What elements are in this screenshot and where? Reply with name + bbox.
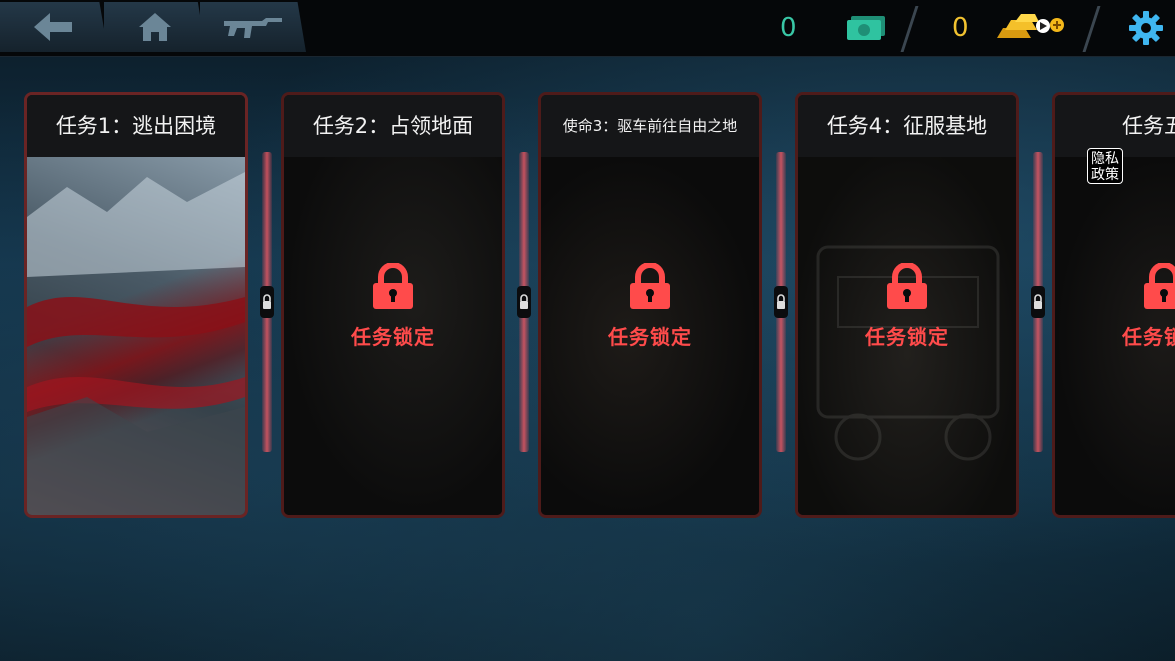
gold-bars-icon[interactable] [995, 12, 1067, 44]
back-arrow-icon [34, 13, 72, 41]
mission-lock: 任务锁定 [1055, 262, 1175, 350]
home-button[interactable] [104, 2, 206, 52]
back-button[interactable] [0, 2, 108, 52]
lock-label: 任务锁定 [865, 325, 949, 349]
separator [1082, 6, 1101, 52]
privacy-line-1: 隐私 [1091, 151, 1119, 167]
connector-lock [517, 286, 531, 318]
gold-amount: 0 [952, 13, 969, 43]
mission-lock: 任务锁定 [284, 262, 502, 350]
gear-icon[interactable] [1128, 10, 1164, 46]
lock-label: 任务锁定 [608, 325, 692, 349]
home-icon [139, 13, 171, 41]
lock-label: 任务锁定 [1122, 325, 1175, 349]
top-bar: 0 0 [0, 0, 1175, 57]
rifle-icon [224, 18, 282, 38]
connector-lock [1031, 286, 1045, 318]
lock-icon [887, 262, 927, 309]
mission-lock: 任务锁定 [798, 262, 1016, 350]
mission-title: 任务4：征服基地 [798, 95, 1016, 157]
mission-card-1[interactable]: 任务1：逃出困境 [24, 92, 248, 518]
mission-card-4[interactable]: 任务4：征服基地 任务锁定 [795, 92, 1019, 518]
mission-card-3[interactable]: 使命3：驱车前往自由之地 任务锁定 [538, 92, 762, 518]
separator [900, 6, 919, 52]
privacy-policy-button[interactable]: 隐私 政策 [1087, 148, 1123, 184]
lock-icon [1144, 262, 1175, 309]
mission-title: 任务1：逃出困境 [27, 95, 245, 157]
small-lock-icon [263, 294, 271, 309]
mission-artwork [27, 157, 245, 515]
privacy-line-2: 政策 [1091, 167, 1119, 183]
mission-card-2[interactable]: 任务2：占领地面 任务锁定 [281, 92, 505, 518]
cash-amount: 0 [780, 13, 797, 43]
cash-icon [847, 16, 885, 40]
connector-lock [774, 286, 788, 318]
connector-lock [260, 286, 274, 318]
lock-label: 任务锁定 [351, 325, 435, 349]
small-lock-icon [520, 294, 528, 309]
small-lock-icon [777, 294, 785, 309]
lock-icon [373, 262, 413, 309]
mission-lock: 任务锁定 [541, 262, 759, 350]
lock-icon [630, 262, 670, 309]
mission-title: 使命3：驱车前往自由之地 [541, 95, 759, 157]
weapon-button[interactable] [200, 2, 306, 52]
small-lock-icon [1034, 294, 1042, 309]
mission-title: 任务2：占领地面 [284, 95, 502, 157]
